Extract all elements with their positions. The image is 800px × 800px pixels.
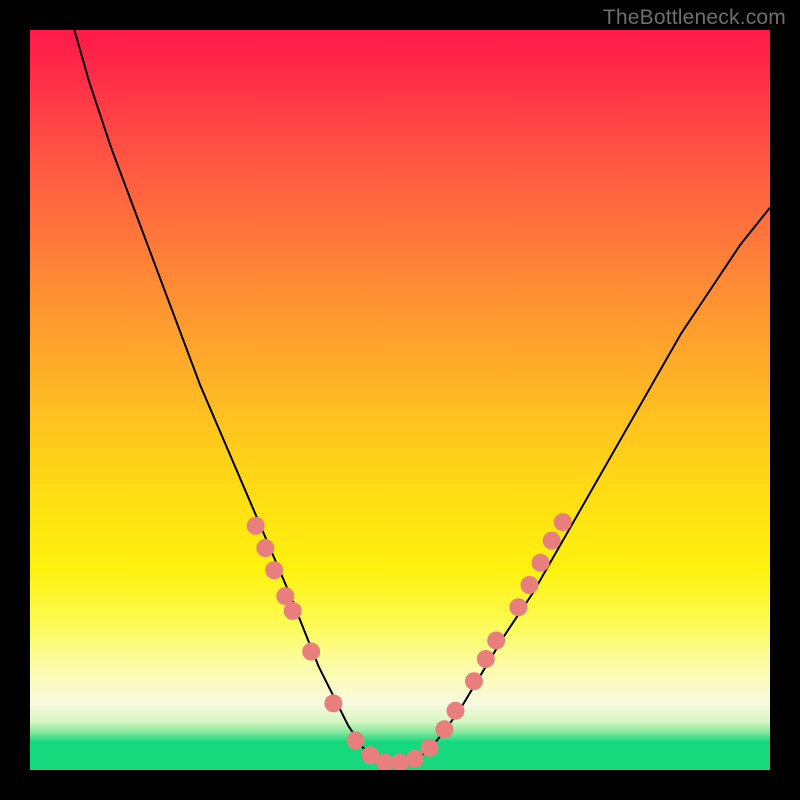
data-marker [265, 561, 283, 579]
data-marker [521, 576, 539, 594]
data-marker [509, 598, 527, 616]
watermark-text: TheBottleneck.com [603, 6, 786, 30]
data-marker [554, 513, 572, 531]
data-marker [324, 694, 342, 712]
data-marker [487, 632, 505, 650]
data-marker [421, 739, 439, 757]
data-marker [284, 602, 302, 620]
bottleneck-curve [74, 30, 770, 763]
data-marker [477, 650, 495, 668]
data-marker [256, 539, 274, 557]
data-marker [447, 702, 465, 720]
chart-frame: TheBottleneck.com [0, 0, 800, 800]
data-marker [406, 750, 424, 768]
data-marker [347, 731, 365, 749]
data-marker [247, 517, 265, 535]
data-marker [532, 554, 550, 572]
data-marker [465, 672, 483, 690]
data-marker [543, 532, 561, 550]
plot-area [30, 30, 770, 770]
data-marker [435, 720, 453, 738]
data-marker [302, 643, 320, 661]
curve-layer [30, 30, 770, 770]
